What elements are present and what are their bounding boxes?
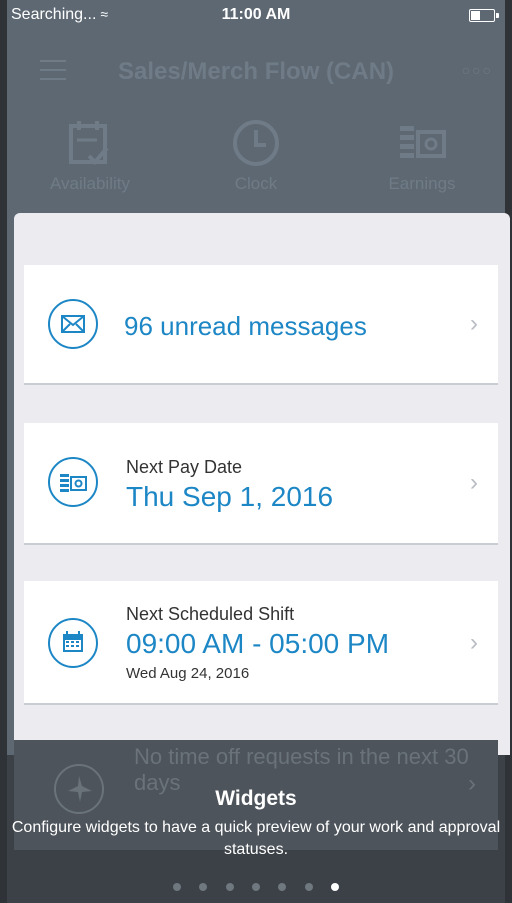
page-title: Sales/Merch Flow (CAN)	[117, 58, 395, 85]
tutorial-description: Configure widgets to have a quick previe…	[11, 819, 501, 858]
envelope-icon	[48, 299, 98, 349]
chevron-right-icon: ›	[470, 310, 478, 337]
widget-preview-panel: 96 unread messages › Next Pay Date Thu S…	[14, 213, 510, 755]
next-shift-date: Wed Aug 24, 2016	[126, 665, 250, 682]
navigation-bar: Sales/Merch Flow (CAN) ○○○	[7, 34, 505, 114]
pay-date-value: Thu Sep 1, 2016	[126, 481, 334, 512]
more-options-icon[interactable]: ○○○	[462, 62, 493, 78]
messages-widget[interactable]: 96 unread messages ›	[24, 265, 498, 383]
page-dot	[278, 883, 287, 891]
calendar-check-icon	[69, 121, 109, 165]
next-shift-time: 09:00 AM - 05:00 PM	[126, 628, 390, 659]
pay-icon	[48, 457, 98, 507]
quick-actions: Availability Clock Earnings	[7, 118, 505, 198]
page-dot-active	[331, 883, 340, 891]
tutorial-footer: No time off requests in the next 30 days…	[7, 740, 505, 903]
tab-clock[interactable]: Clock	[173, 118, 339, 194]
tab-availability-label: Availability	[49, 174, 130, 193]
unread-messages-text: 96 unread messages	[124, 311, 367, 341]
page-dot	[172, 883, 181, 891]
tab-availability[interactable]: Availability	[7, 118, 173, 194]
next-shift-label: Next Scheduled Shift	[126, 604, 295, 624]
earnings-icon	[400, 126, 446, 158]
page-dot	[252, 883, 260, 891]
status-bar: Searching... ≈ 11:00 AM	[7, 0, 505, 34]
tab-clock-label: Clock	[234, 174, 278, 193]
pay-date-widget[interactable]: Next Pay Date Thu Sep 1, 2016 ›	[24, 423, 498, 543]
tutorial-title: Widgets	[215, 787, 297, 810]
chevron-right-icon: ›	[470, 469, 478, 496]
page-dot	[225, 883, 234, 891]
page-dot	[304, 883, 313, 891]
battery-icon	[469, 9, 499, 22]
chevron-right-icon: ›	[470, 629, 478, 656]
page-indicator[interactable]	[7, 878, 505, 896]
clock-icon	[233, 120, 279, 166]
next-shift-widget[interactable]: Next Scheduled Shift 09:00 AM - 05:00 PM…	[24, 581, 498, 703]
status-time: 11:00 AM	[221, 6, 291, 23]
page-dot	[199, 883, 208, 891]
tab-earnings[interactable]: Earnings	[339, 118, 505, 194]
calendar-icon	[48, 618, 98, 668]
pay-date-label: Next Pay Date	[126, 457, 243, 477]
tab-earnings-label: Earnings	[388, 174, 456, 193]
